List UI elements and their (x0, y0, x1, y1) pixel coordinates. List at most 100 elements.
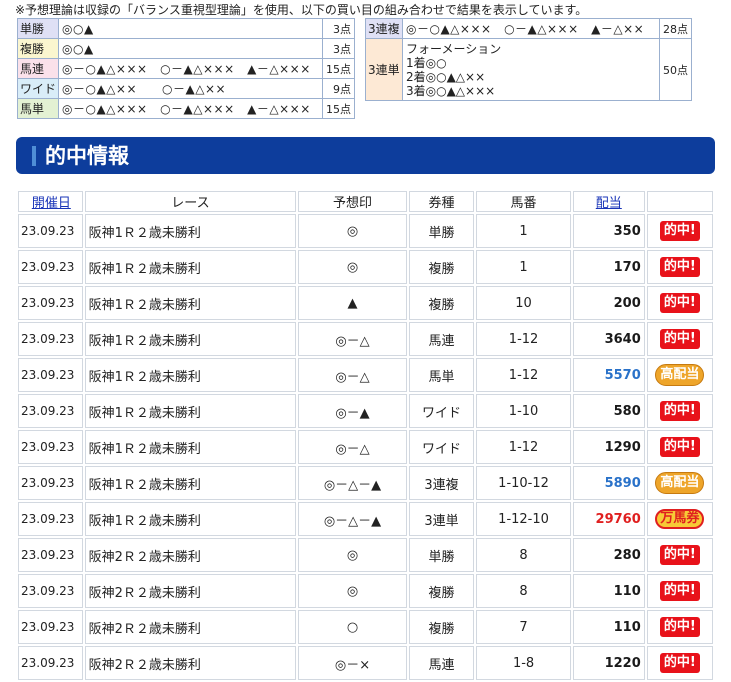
cell-horse-number: 1 (476, 214, 571, 248)
cell-bet-type: 馬連 (408, 646, 475, 680)
table-row: 23.09.23 阪神1Ｒ２歳未勝利 ◎ 複勝 1 170 的中! (18, 250, 713, 284)
sort-date-link[interactable]: 開催日 (32, 196, 71, 211)
col-header-race: レース (84, 191, 297, 212)
hit-badge: 的中! (659, 653, 700, 673)
cell-bet-type: ワイド (408, 394, 475, 428)
hit-badge: 的中! (659, 257, 700, 277)
cell-mark: ◎－△ (298, 358, 407, 392)
cell-bet-type: 複勝 (408, 610, 475, 644)
hit-badge: 的中! (659, 329, 700, 349)
col-header-pay[interactable]: 配当 (572, 191, 645, 212)
cell-bet-type: 単勝 (408, 538, 475, 572)
disclaimer-note: ※予想理論は収録の「バランス重視型理論」を使用、以下の買い目の組み合わせで結果を… (15, 3, 588, 17)
bet-points: 3点 (322, 38, 355, 59)
cell-horse-number: 1 (476, 250, 571, 284)
bet-combo: ◎－○▲△××× ○－▲△××× ▲－△×× (402, 18, 660, 39)
cell-payout: 110 (572, 574, 645, 608)
bet-row: 馬単 ◎－○▲△××× ○－▲△××× ▲－△××× 15点 (16, 98, 355, 119)
cell-race: 阪神2Ｒ２歳未勝利 (84, 574, 297, 608)
table-row: 23.09.23 阪神1Ｒ２歳未勝利 ◎－△ 馬連 1-12 3640 的中! (18, 322, 713, 356)
cell-badge: 的中! (646, 250, 713, 284)
cell-date: 23.09.23 (18, 610, 83, 644)
hit-badge: 的中! (659, 545, 700, 565)
cell-bet-type: 複勝 (408, 286, 475, 320)
cell-race: 阪神1Ｒ２歳未勝利 (84, 394, 297, 428)
table-row: 23.09.23 阪神1Ｒ２歳未勝利 ◎－△ 馬単 1-12 5570 高配当 (18, 358, 713, 392)
bet-combinations-left: 単勝 ◎○▲ 3点 複勝 ◎○▲ 3点 馬連 ◎－○▲△××× ○－▲△××× ▲－△××× 1… (16, 18, 355, 119)
cell-horse-number: 1-10-12 (476, 466, 571, 500)
cell-date: 23.09.23 (18, 466, 83, 500)
bet-row-sanrentan: 3連単 フォーメーション 1着◎○ 2着◎○▲△×× 3着◎○▲△××× 50点 (365, 38, 692, 101)
cell-bet-type: 単勝 (408, 214, 475, 248)
cell-bet-type: 複勝 (408, 250, 475, 284)
cell-horse-number: 1-8 (476, 646, 571, 680)
cell-bet-type: 3連複 (408, 466, 475, 500)
col-header-type: 券種 (408, 191, 475, 212)
formation-line: 1着◎○ (406, 55, 447, 70)
sort-pay-link[interactable]: 配当 (596, 196, 622, 211)
bet-type: 複勝 (16, 38, 60, 59)
cell-race: 阪神1Ｒ２歳未勝利 (84, 430, 297, 464)
table-row: 23.09.23 阪神1Ｒ２歳未勝利 ◎ 単勝 1 350 的中! (18, 214, 713, 248)
cell-payout: 1290 (572, 430, 645, 464)
cell-race: 阪神1Ｒ２歳未勝利 (84, 286, 297, 320)
table-row: 23.09.23 阪神2Ｒ２歳未勝利 ◎ 単勝 8 280 的中! (18, 538, 713, 572)
cell-bet-type: ワイド (408, 430, 475, 464)
cell-payout: 1220 (572, 646, 645, 680)
cell-payout: 350 (572, 214, 645, 248)
table-row: 23.09.23 阪神2Ｒ２歳未勝利 ◎ 複勝 8 110 的中! (18, 574, 713, 608)
cell-mark: ◎ (298, 538, 407, 572)
cell-badge: 高配当 (646, 358, 713, 392)
header-accent-bar (32, 146, 36, 166)
hit-badge: 的中! (659, 293, 700, 313)
hit-info-header: 的中情報 (16, 137, 715, 174)
bet-combo: ◎－○▲△××× ○－▲△××× ▲－△××× (58, 58, 323, 79)
bet-combo: ◎－○▲△××× ○－▲△××× ▲－△××× (58, 98, 323, 119)
bet-type: 単勝 (16, 18, 60, 39)
cell-payout: 580 (572, 394, 645, 428)
table-header-row: 開催日 レース 予想印 券種 馬番 配当 (18, 191, 713, 212)
bet-type: 3連単 (365, 38, 403, 101)
cell-date: 23.09.23 (18, 574, 83, 608)
hit-badge: 的中! (659, 437, 700, 457)
cell-bet-type: 馬連 (408, 322, 475, 356)
cell-date: 23.09.23 (18, 430, 83, 464)
bet-combinations-right: 3連複 ◎－○▲△××× ○－▲△××× ▲－△×× 28点 3連単 フォーメー… (365, 18, 692, 101)
cell-race: 阪神1Ｒ２歳未勝利 (84, 502, 297, 536)
cell-race: 阪神2Ｒ２歳未勝利 (84, 646, 297, 680)
cell-badge: 的中! (646, 646, 713, 680)
table-row: 23.09.23 阪神1Ｒ２歳未勝利 ◎－△ ワイド 1-12 1290 的中! (18, 430, 713, 464)
hit-badge: 高配当 (655, 472, 705, 494)
cell-date: 23.09.23 (18, 358, 83, 392)
cell-horse-number: 10 (476, 286, 571, 320)
cell-badge: 的中! (646, 286, 713, 320)
cell-bet-type: 3連単 (408, 502, 475, 536)
cell-horse-number: 1-12-10 (476, 502, 571, 536)
table-row: 23.09.23 阪神1Ｒ２歳未勝利 ◎－△－▲ 3連複 1-10-12 5890 高配当 (18, 466, 713, 500)
col-header-mark: 予想印 (298, 191, 407, 212)
col-header-badge (646, 191, 713, 212)
cell-race: 阪神2Ｒ２歳未勝利 (84, 538, 297, 572)
formation-line: フォーメーション (406, 41, 502, 56)
cell-bet-type: 馬単 (408, 358, 475, 392)
col-header-date[interactable]: 開催日 (18, 191, 83, 212)
section-title: 的中情報 (45, 144, 129, 168)
formation-line: 3着◎○▲△××× (406, 83, 496, 98)
cell-badge: 的中! (646, 214, 713, 248)
bet-points: 50点 (659, 38, 692, 101)
cell-race: 阪神1Ｒ２歳未勝利 (84, 322, 297, 356)
cell-date: 23.09.23 (18, 250, 83, 284)
cell-payout: 170 (572, 250, 645, 284)
table-row: 23.09.23 阪神2Ｒ２歳未勝利 ◎－× 馬連 1-8 1220 的中! (18, 646, 713, 680)
cell-bet-type: 複勝 (408, 574, 475, 608)
bet-points: 3点 (322, 18, 355, 39)
bet-points: 15点 (322, 98, 355, 119)
hit-badge: 的中! (659, 401, 700, 421)
bet-points: 15点 (322, 58, 355, 79)
hit-badge: 的中! (659, 581, 700, 601)
cell-badge: 万馬券 (646, 502, 713, 536)
table-row: 23.09.23 阪神2Ｒ２歳未勝利 ○ 複勝 7 110 的中! (18, 610, 713, 644)
cell-date: 23.09.23 (18, 394, 83, 428)
cell-payout: 5890 (572, 466, 645, 500)
formation-line: 2着◎○▲△×× (406, 69, 486, 84)
